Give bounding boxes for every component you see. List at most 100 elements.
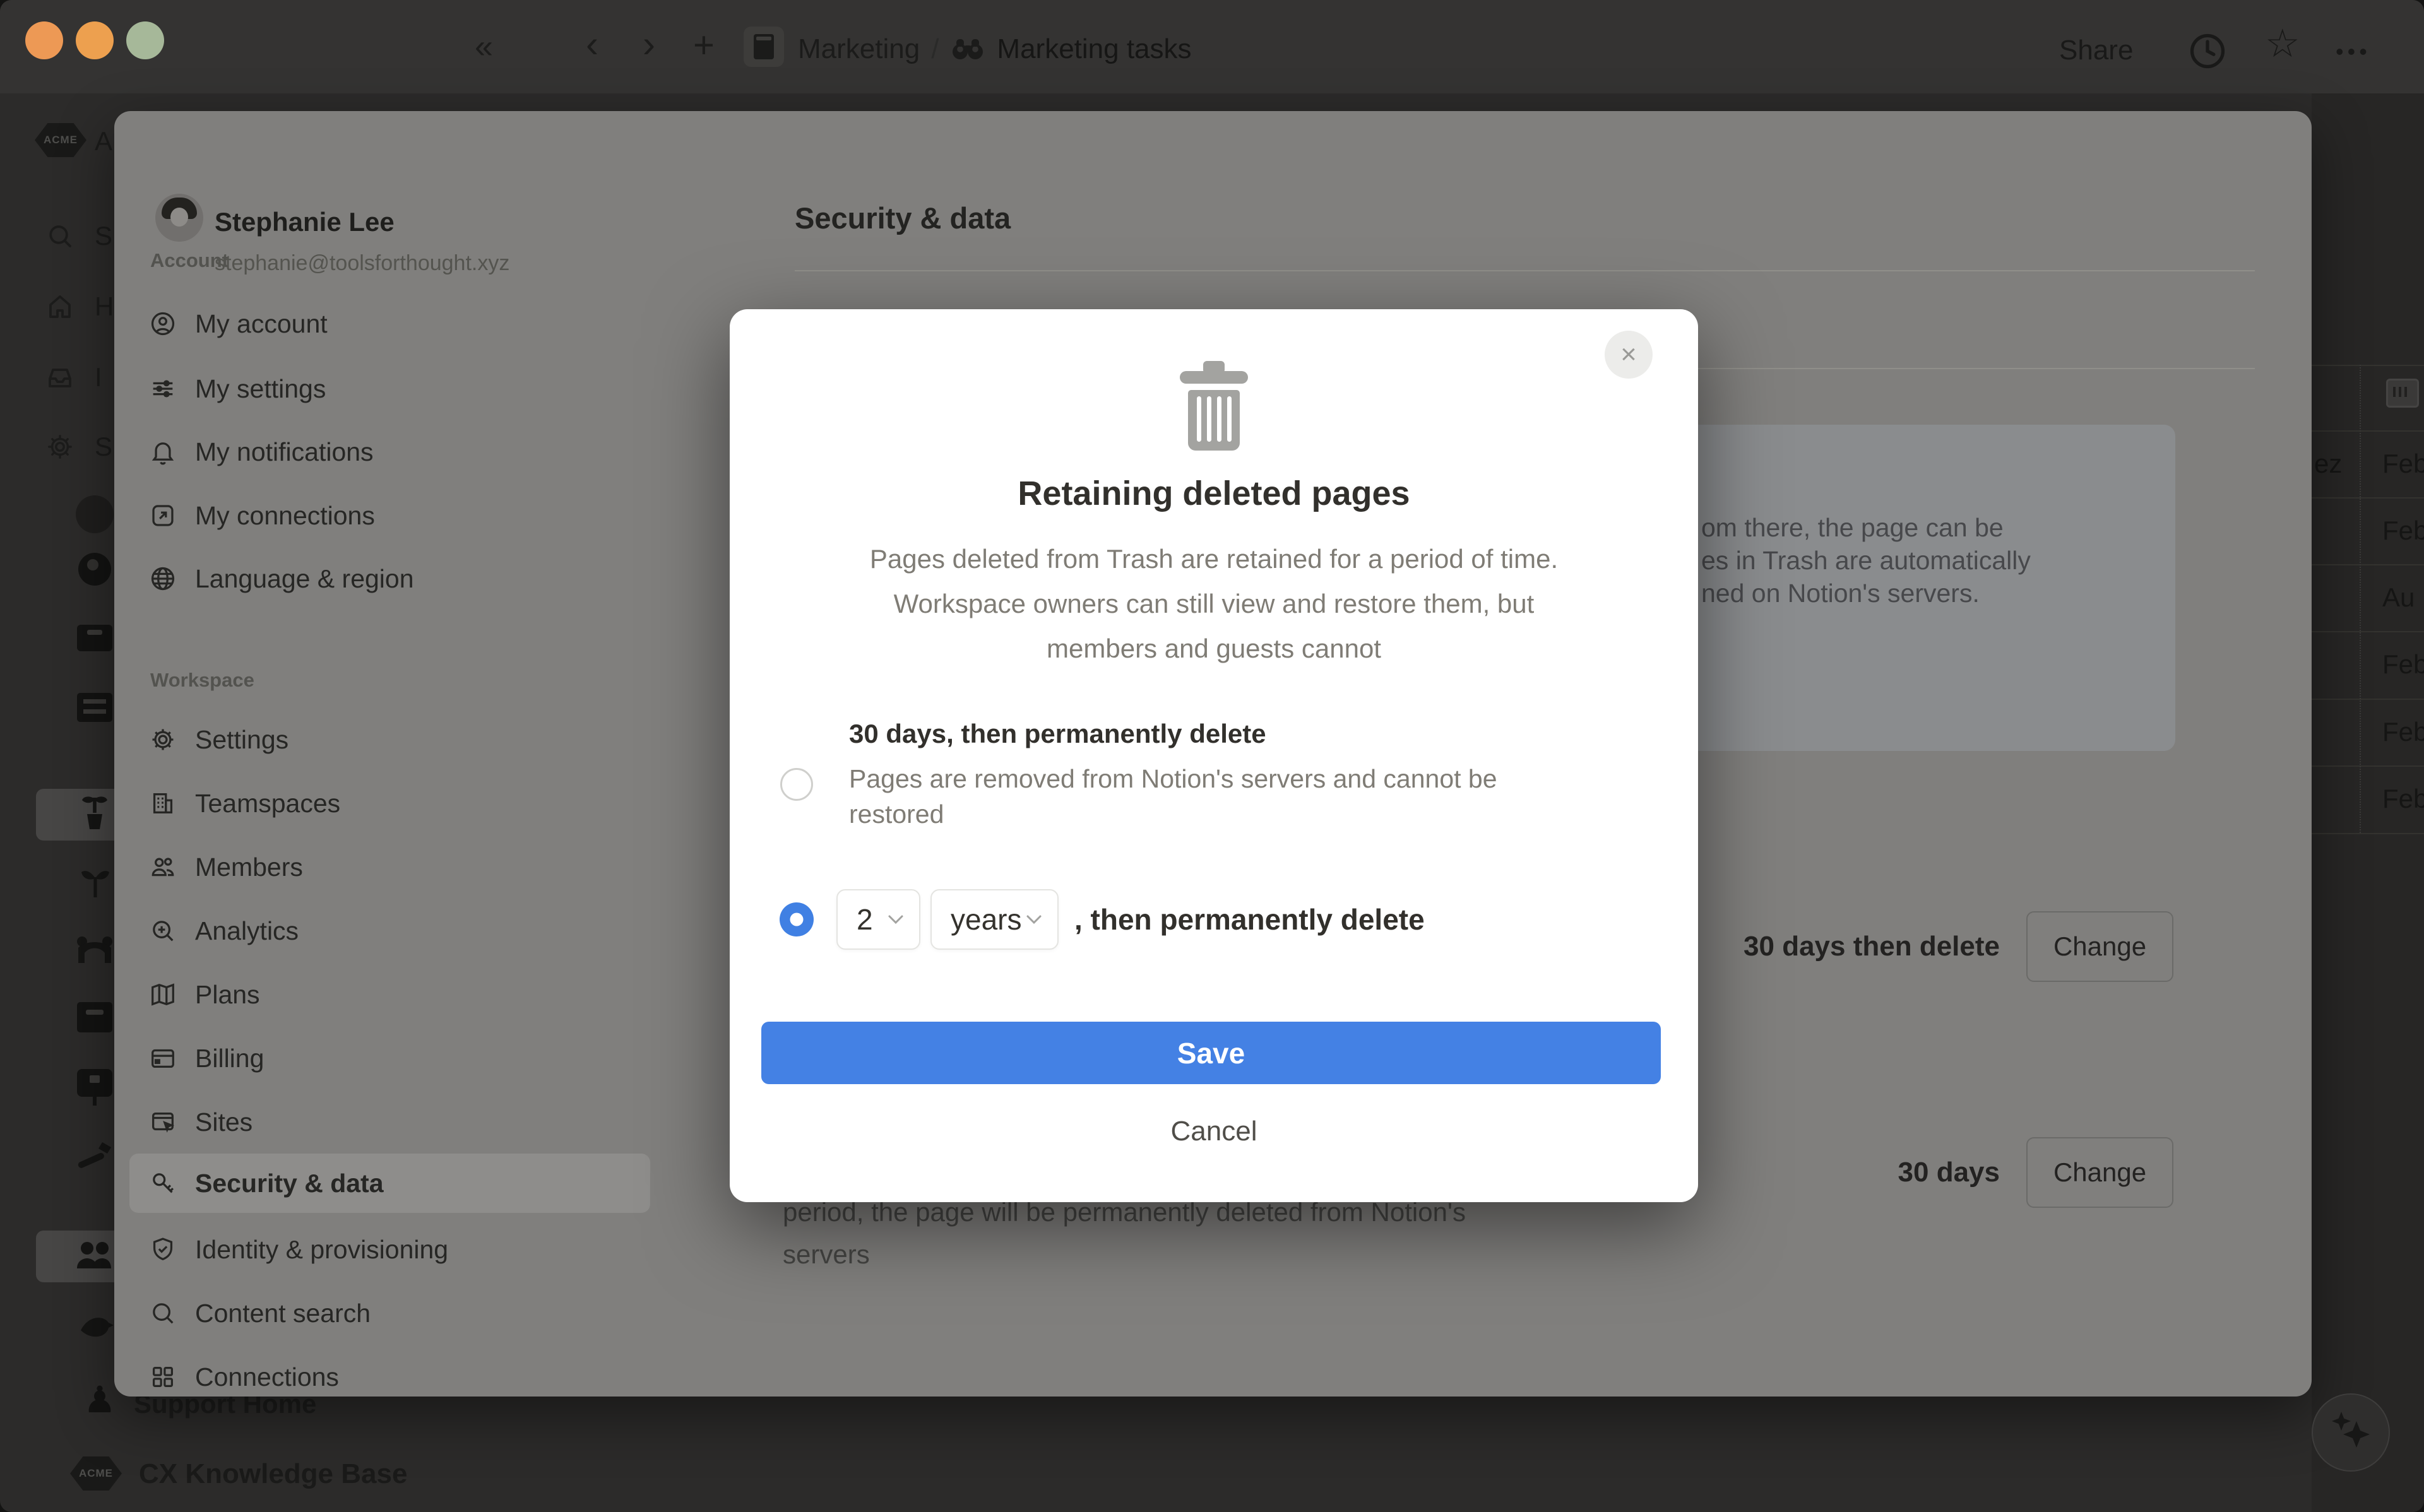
bell-icon (153, 442, 173, 465)
breadcrumb: Marketing / Marketing tasks (798, 35, 1192, 63)
settings-nav-my-settings[interactable]: My settings (129, 359, 650, 418)
share-button[interactable]: Share (2059, 37, 2133, 64)
workspace-badge[interactable]: ACME (35, 123, 86, 157)
close-icon[interactable]: × (1605, 331, 1653, 379)
settings-nav-analytics[interactable]: Analytics (129, 901, 650, 960)
traffic-light-minimize[interactable] (76, 21, 114, 59)
retention-unit-select[interactable]: years (930, 889, 1059, 950)
ai-assistant-button[interactable] (2312, 1393, 2390, 1472)
table-cell: Feb (2382, 784, 2424, 813)
table-cell: Feb (2382, 649, 2424, 679)
nav-label: Analytics (195, 916, 299, 945)
footer-text-fragment: period, the page will be permanently del… (783, 1197, 1466, 1227)
settings-nav-settings[interactable]: Settings (129, 710, 650, 769)
history-clock-icon[interactable] (2185, 29, 2230, 73)
new-page-icon[interactable]: + (693, 27, 715, 64)
option-30-days-label[interactable]: 30 days, then permanently delete (849, 721, 1266, 747)
page-icon (744, 27, 784, 67)
file-box-page-icon[interactable] (77, 693, 112, 722)
table-cell: Feb (2382, 516, 2424, 545)
modal-description-line: Pages deleted from Trash are retained fo… (869, 544, 1559, 574)
settings-nav-my-notifications[interactable]: My notifications (129, 422, 650, 481)
settings-nav-language-region[interactable]: Language & region (129, 549, 650, 608)
settings-nav-identity-provisioning[interactable]: Identity & provisioning (129, 1220, 650, 1279)
search-icon (153, 1303, 174, 1324)
back-icon[interactable]: ‹ (586, 25, 598, 63)
table-column-divider (2360, 365, 2361, 833)
profile-email: stephanie@toolsforthought.xyz (215, 251, 510, 275)
info-box-text-fragment: es in Trash are automatically (1701, 546, 2031, 575)
settings-nav-teamspaces[interactable]: Teamspaces (129, 774, 650, 833)
mailbox-page-icon[interactable] (77, 1069, 112, 1106)
settings-nav-plans[interactable]: Plans (129, 965, 650, 1024)
radio-custom-period[interactable] (780, 902, 814, 936)
change-button[interactable]: Change (2026, 911, 2173, 982)
settings-nav-security-data[interactable]: Security & data (129, 1154, 650, 1213)
nav-label: Members (195, 852, 303, 882)
arrow-up-right-square-icon (152, 505, 174, 526)
table-cell: Feb (2382, 717, 2424, 747)
building-icon (153, 793, 173, 814)
trash-icon (1176, 360, 1252, 461)
seedling-page-icon[interactable] (80, 866, 111, 901)
retention-number-select[interactable]: 2 (836, 889, 920, 950)
bridge-page-icon[interactable] (76, 933, 114, 966)
settings-nav-billing[interactable]: Billing (129, 1029, 650, 1088)
sparkles-icon (2332, 1412, 2370, 1448)
people-page-icon (74, 1236, 114, 1275)
bird-page-icon[interactable] (76, 1310, 114, 1343)
settings-nav-connections[interactable]: Connections (129, 1347, 650, 1407)
settings-gear-icon[interactable] (45, 432, 75, 462)
traffic-light-close[interactable] (25, 21, 63, 59)
key-icon (153, 1173, 174, 1194)
box-page-icon[interactable] (77, 625, 112, 651)
tools-page-icon[interactable] (74, 1135, 114, 1171)
nav-label: Sites (195, 1107, 253, 1137)
search-icon[interactable] (45, 221, 75, 251)
radio-30-days[interactable] (780, 768, 813, 801)
traffic-light-zoom[interactable] (126, 21, 164, 59)
retention-unit-value: years (951, 903, 1022, 936)
profile-name: Stephanie Lee (215, 207, 395, 237)
forward-icon[interactable]: › (643, 25, 655, 63)
settings-nav-sites[interactable]: Sites (129, 1092, 650, 1152)
card-box-page-icon[interactable] (77, 1002, 112, 1032)
inbox-icon[interactable] (45, 362, 75, 393)
change-button[interactable]: Change (2026, 1137, 2173, 1208)
settings-nav-my-connections[interactable]: My connections (129, 486, 650, 545)
favorite-star-icon[interactable]: ☆ (2265, 25, 2300, 64)
user-circle-icon (151, 312, 175, 336)
settings-nav-members[interactable]: Members (129, 837, 650, 897)
more-options-icon[interactable]: ••• (2336, 35, 2371, 68)
cx-kb-badge-icon: ACME (70, 1456, 122, 1491)
settings-nav-content-search[interactable]: Content search (129, 1284, 650, 1343)
sidebar-item-cx-knowledge-base[interactable]: CX Knowledge Base (139, 1460, 407, 1488)
map-icon (152, 984, 174, 1005)
breadcrumb-current[interactable]: Marketing tasks (997, 35, 1191, 63)
modal-title: Retaining deleted pages (1018, 475, 1410, 512)
shield-check-icon (153, 1237, 173, 1260)
cancel-button[interactable]: Cancel (730, 1118, 1698, 1145)
nav-label: Security & data (195, 1168, 384, 1198)
sidebar-collapse-icon[interactable]: « (475, 30, 493, 63)
settings-nav-my-account[interactable]: My account (129, 294, 650, 353)
breadcrumb-parent[interactable]: Marketing (798, 35, 920, 63)
nav-label: Plans (195, 979, 260, 1009)
binoculars-icon (950, 35, 985, 63)
modal-description-line: members and guests cannot (1047, 634, 1381, 663)
cancel-button-label: Cancel (1170, 1116, 1257, 1147)
calendar-icon (2386, 379, 2419, 408)
browser-icon (152, 1112, 174, 1131)
nav-label: Identity & provisioning (195, 1234, 449, 1264)
eight-ball-page-icon[interactable] (78, 553, 111, 586)
members-icon (152, 858, 174, 877)
home-icon[interactable] (45, 292, 75, 322)
nav-label: My settings (195, 374, 326, 403)
divider (795, 270, 2255, 271)
save-button[interactable]: Save (761, 1022, 1661, 1084)
notion-window: « ‹ › + Marketing / Marketing tasks Shar… (0, 0, 2424, 1512)
option-30-days-sublabel-line: Pages are removed from Notion's servers … (849, 764, 1497, 793)
change-button-label: Change (2053, 1157, 2147, 1187)
avatar[interactable] (76, 495, 114, 533)
close-glyph: × (1620, 339, 1637, 370)
